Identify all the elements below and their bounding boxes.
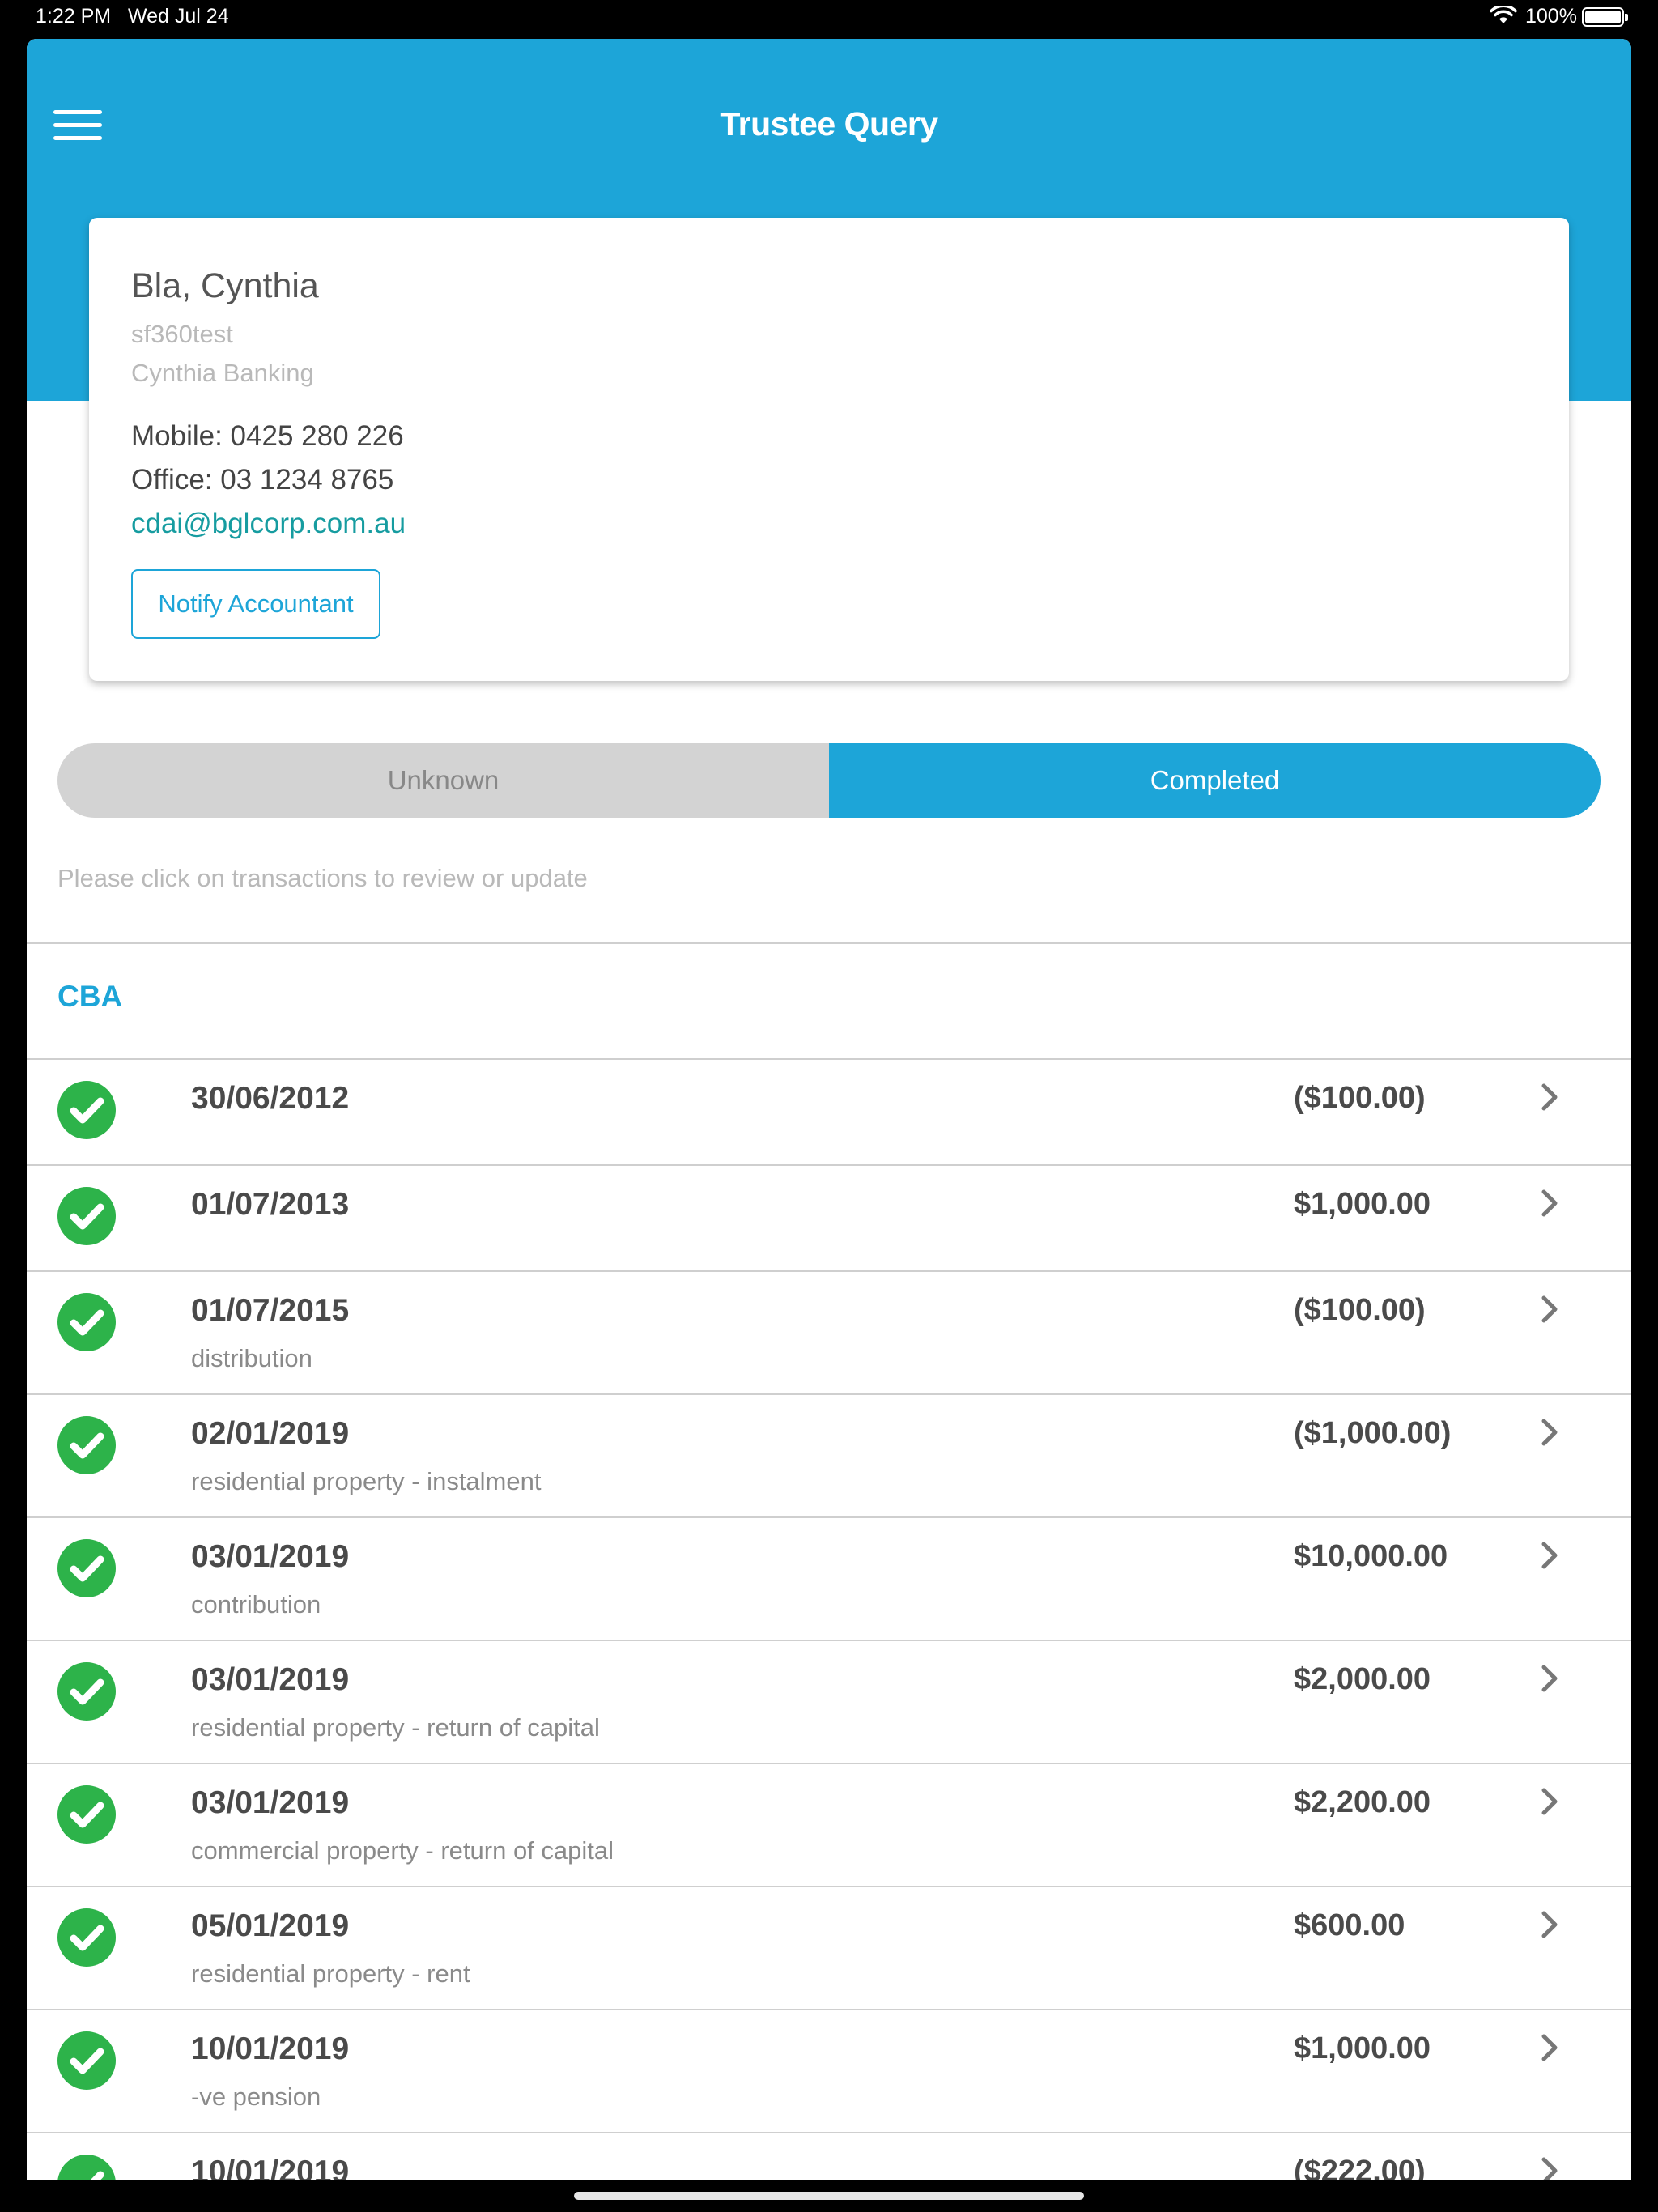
check-circle-icon xyxy=(57,1785,116,1844)
transaction-description: residential property - return of capital xyxy=(191,1713,600,1742)
home-indicator[interactable] xyxy=(574,2192,1084,2200)
check-circle-icon xyxy=(57,1662,116,1721)
transaction-amount: $2,200.00 xyxy=(1294,1785,1431,1819)
chevron-right-icon xyxy=(1541,1189,1558,1217)
chevron-right-icon xyxy=(1541,1419,1558,1446)
chevron-right-icon xyxy=(1541,2157,1558,2180)
transaction-row[interactable]: 02/01/2019 residential property - instalm… xyxy=(27,1395,1631,1518)
transaction-amount: ($1,000.00) xyxy=(1294,1416,1452,1450)
chevron-right-icon xyxy=(1541,1542,1558,1569)
status-segmented-control: Unknown Completed xyxy=(57,743,1601,818)
battery-icon xyxy=(1582,7,1628,27)
check-circle-icon xyxy=(57,1081,116,1139)
contact-name: Bla, Cynthia xyxy=(131,266,319,305)
transaction-amount: ($222.00) xyxy=(1294,2155,1426,2180)
contact-office: Office: 03 1234 8765 xyxy=(131,464,394,496)
check-circle-icon xyxy=(57,2155,116,2180)
transaction-description: residential property - rent xyxy=(191,1959,470,1988)
transaction-row[interactable]: 10/01/2019 -ve pension $1,000.00 xyxy=(27,2010,1631,2133)
check-circle-icon xyxy=(57,2031,116,2090)
check-circle-icon xyxy=(57,1908,116,1967)
transaction-row[interactable]: 01/07/2015 distribution ($100.00) xyxy=(27,1272,1631,1395)
check-circle-icon xyxy=(57,1416,116,1474)
transaction-row[interactable]: 03/01/2019 commercial property - return o… xyxy=(27,1764,1631,1887)
transaction-amount: $2,000.00 xyxy=(1294,1662,1431,1696)
transaction-row[interactable]: 05/01/2019 residential property - rent $60… xyxy=(27,1887,1631,2010)
chevron-right-icon xyxy=(1541,1788,1558,1815)
transaction-date: 10/01/2019 xyxy=(191,2031,350,2066)
transaction-description: contribution xyxy=(191,1590,321,1619)
transaction-date: 05/01/2019 xyxy=(191,1908,350,1943)
check-circle-icon xyxy=(57,1187,116,1245)
transaction-row[interactable]: 01/07/2013 $1,000.00 xyxy=(27,1166,1631,1272)
transaction-date: 30/06/2012 xyxy=(191,1081,350,1116)
check-circle-icon xyxy=(57,1293,116,1351)
transaction-amount: ($100.00) xyxy=(1294,1081,1426,1115)
app-window: Trustee Query Bla, Cynthia sf360test Cyn… xyxy=(27,39,1631,2180)
transaction-row[interactable]: 30/06/2012 ($100.00) xyxy=(27,1060,1631,1166)
contact-bank: Cynthia Banking xyxy=(131,359,314,387)
status-bar: 1:22 PM Wed Jul 24 100% xyxy=(0,0,1658,39)
transaction-row[interactable]: 10/01/2019 ($222.00) xyxy=(27,2133,1631,2180)
status-time: 1:22 PM xyxy=(36,5,112,28)
section-header-bank: CBA xyxy=(57,980,123,1013)
chevron-right-icon xyxy=(1541,1295,1558,1323)
divider xyxy=(27,942,1631,944)
chevron-right-icon xyxy=(1541,1665,1558,1692)
contact-username: sf360test xyxy=(131,320,233,348)
transaction-amount: $1,000.00 xyxy=(1294,1187,1431,1221)
transaction-amount: $1,000.00 xyxy=(1294,2031,1431,2065)
wifi-icon xyxy=(1490,6,1517,23)
check-circle-icon xyxy=(57,1539,116,1597)
transaction-date: 03/01/2019 xyxy=(191,1785,350,1820)
transaction-date: 01/07/2015 xyxy=(191,1293,350,1328)
segment-completed[interactable]: Completed xyxy=(829,743,1601,818)
transaction-amount: ($100.00) xyxy=(1294,1293,1426,1327)
notify-accountant-button[interactable]: Notify Accountant xyxy=(131,569,380,639)
contact-card: Bla, Cynthia sf360test Cynthia Banking M… xyxy=(89,218,1569,681)
instruction-text: Please click on transactions to review o… xyxy=(57,864,588,892)
transaction-description: residential property - instalment xyxy=(191,1467,542,1495)
page-title: Trustee Query xyxy=(720,105,938,143)
transaction-amount: $600.00 xyxy=(1294,1908,1405,1942)
transaction-date: 03/01/2019 xyxy=(191,1662,350,1697)
transaction-row[interactable]: 03/01/2019 residential property - return … xyxy=(27,1641,1631,1764)
status-date: Wed Jul 24 xyxy=(128,5,229,28)
chevron-right-icon xyxy=(1541,1911,1558,1938)
contact-mobile: Mobile: 0425 280 226 xyxy=(131,420,404,452)
chevron-right-icon xyxy=(1541,2034,1558,2061)
transaction-date: 02/01/2019 xyxy=(191,1416,350,1451)
transaction-description: -ve pension xyxy=(191,2082,321,2111)
transaction-amount: $10,000.00 xyxy=(1294,1539,1448,1573)
contact-email-link[interactable]: cdai@bglcorp.com.au xyxy=(131,508,406,540)
transaction-date: 10/01/2019 xyxy=(191,2155,350,2180)
transaction-description: commercial property - return of capital xyxy=(191,1836,614,1865)
transaction-date: 03/01/2019 xyxy=(191,1539,350,1574)
chevron-right-icon xyxy=(1541,1083,1558,1111)
transaction-description: distribution xyxy=(191,1344,312,1372)
segment-unknown[interactable]: Unknown xyxy=(57,743,829,818)
transaction-date: 01/07/2013 xyxy=(191,1187,350,1222)
transaction-row[interactable]: 03/01/2019 contribution $10,000.00 xyxy=(27,1518,1631,1641)
battery-percentage: 100% xyxy=(1525,5,1577,28)
